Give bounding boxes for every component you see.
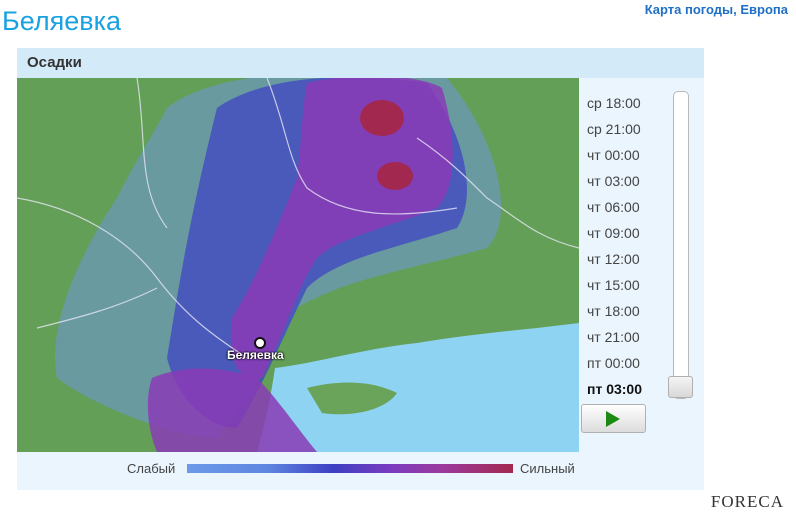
- time-item[interactable]: чт 18:00: [587, 298, 667, 324]
- europe-weather-map-link[interactable]: Карта погоды, Европа: [645, 2, 788, 17]
- play-button[interactable]: [581, 404, 646, 433]
- city-label: Беляевка: [227, 348, 284, 362]
- time-item[interactable]: пт 00:00: [587, 350, 667, 376]
- time-slider-thumb[interactable]: [668, 376, 693, 398]
- panel-title: Осадки: [27, 54, 82, 71]
- time-item[interactable]: чт 15:00: [587, 272, 667, 298]
- page-title: Беляевка: [2, 6, 121, 36]
- legend-weak-label: Слабый: [127, 461, 176, 476]
- time-item[interactable]: чт 03:00: [587, 168, 667, 194]
- time-item[interactable]: чт 00:00: [587, 142, 667, 168]
- map-image: [17, 78, 579, 452]
- time-list: ср 18:00 ср 21:00 чт 00:00 чт 03:00 чт 0…: [587, 90, 667, 402]
- legend-color-bar: [187, 464, 513, 473]
- time-item-active[interactable]: пт 03:00: [587, 376, 667, 402]
- time-item[interactable]: чт 06:00: [587, 194, 667, 220]
- play-icon: [606, 411, 620, 427]
- time-item[interactable]: чт 09:00: [587, 220, 667, 246]
- time-item[interactable]: чт 12:00: [587, 246, 667, 272]
- precipitation-map[interactable]: Беляевка: [17, 78, 579, 452]
- time-item[interactable]: ср 18:00: [587, 90, 667, 116]
- precipitation-panel: Осадки Беляевка ср 18:00 ср 21:00 чт 00:…: [17, 48, 704, 490]
- foreca-logo: FORECA: [710, 492, 784, 511]
- panel-header: Осадки: [17, 48, 704, 78]
- legend-strong-label: Сильный: [520, 461, 575, 476]
- time-item[interactable]: чт 21:00: [587, 324, 667, 350]
- time-item[interactable]: ср 21:00: [587, 116, 667, 142]
- time-slider-track[interactable]: [673, 91, 689, 399]
